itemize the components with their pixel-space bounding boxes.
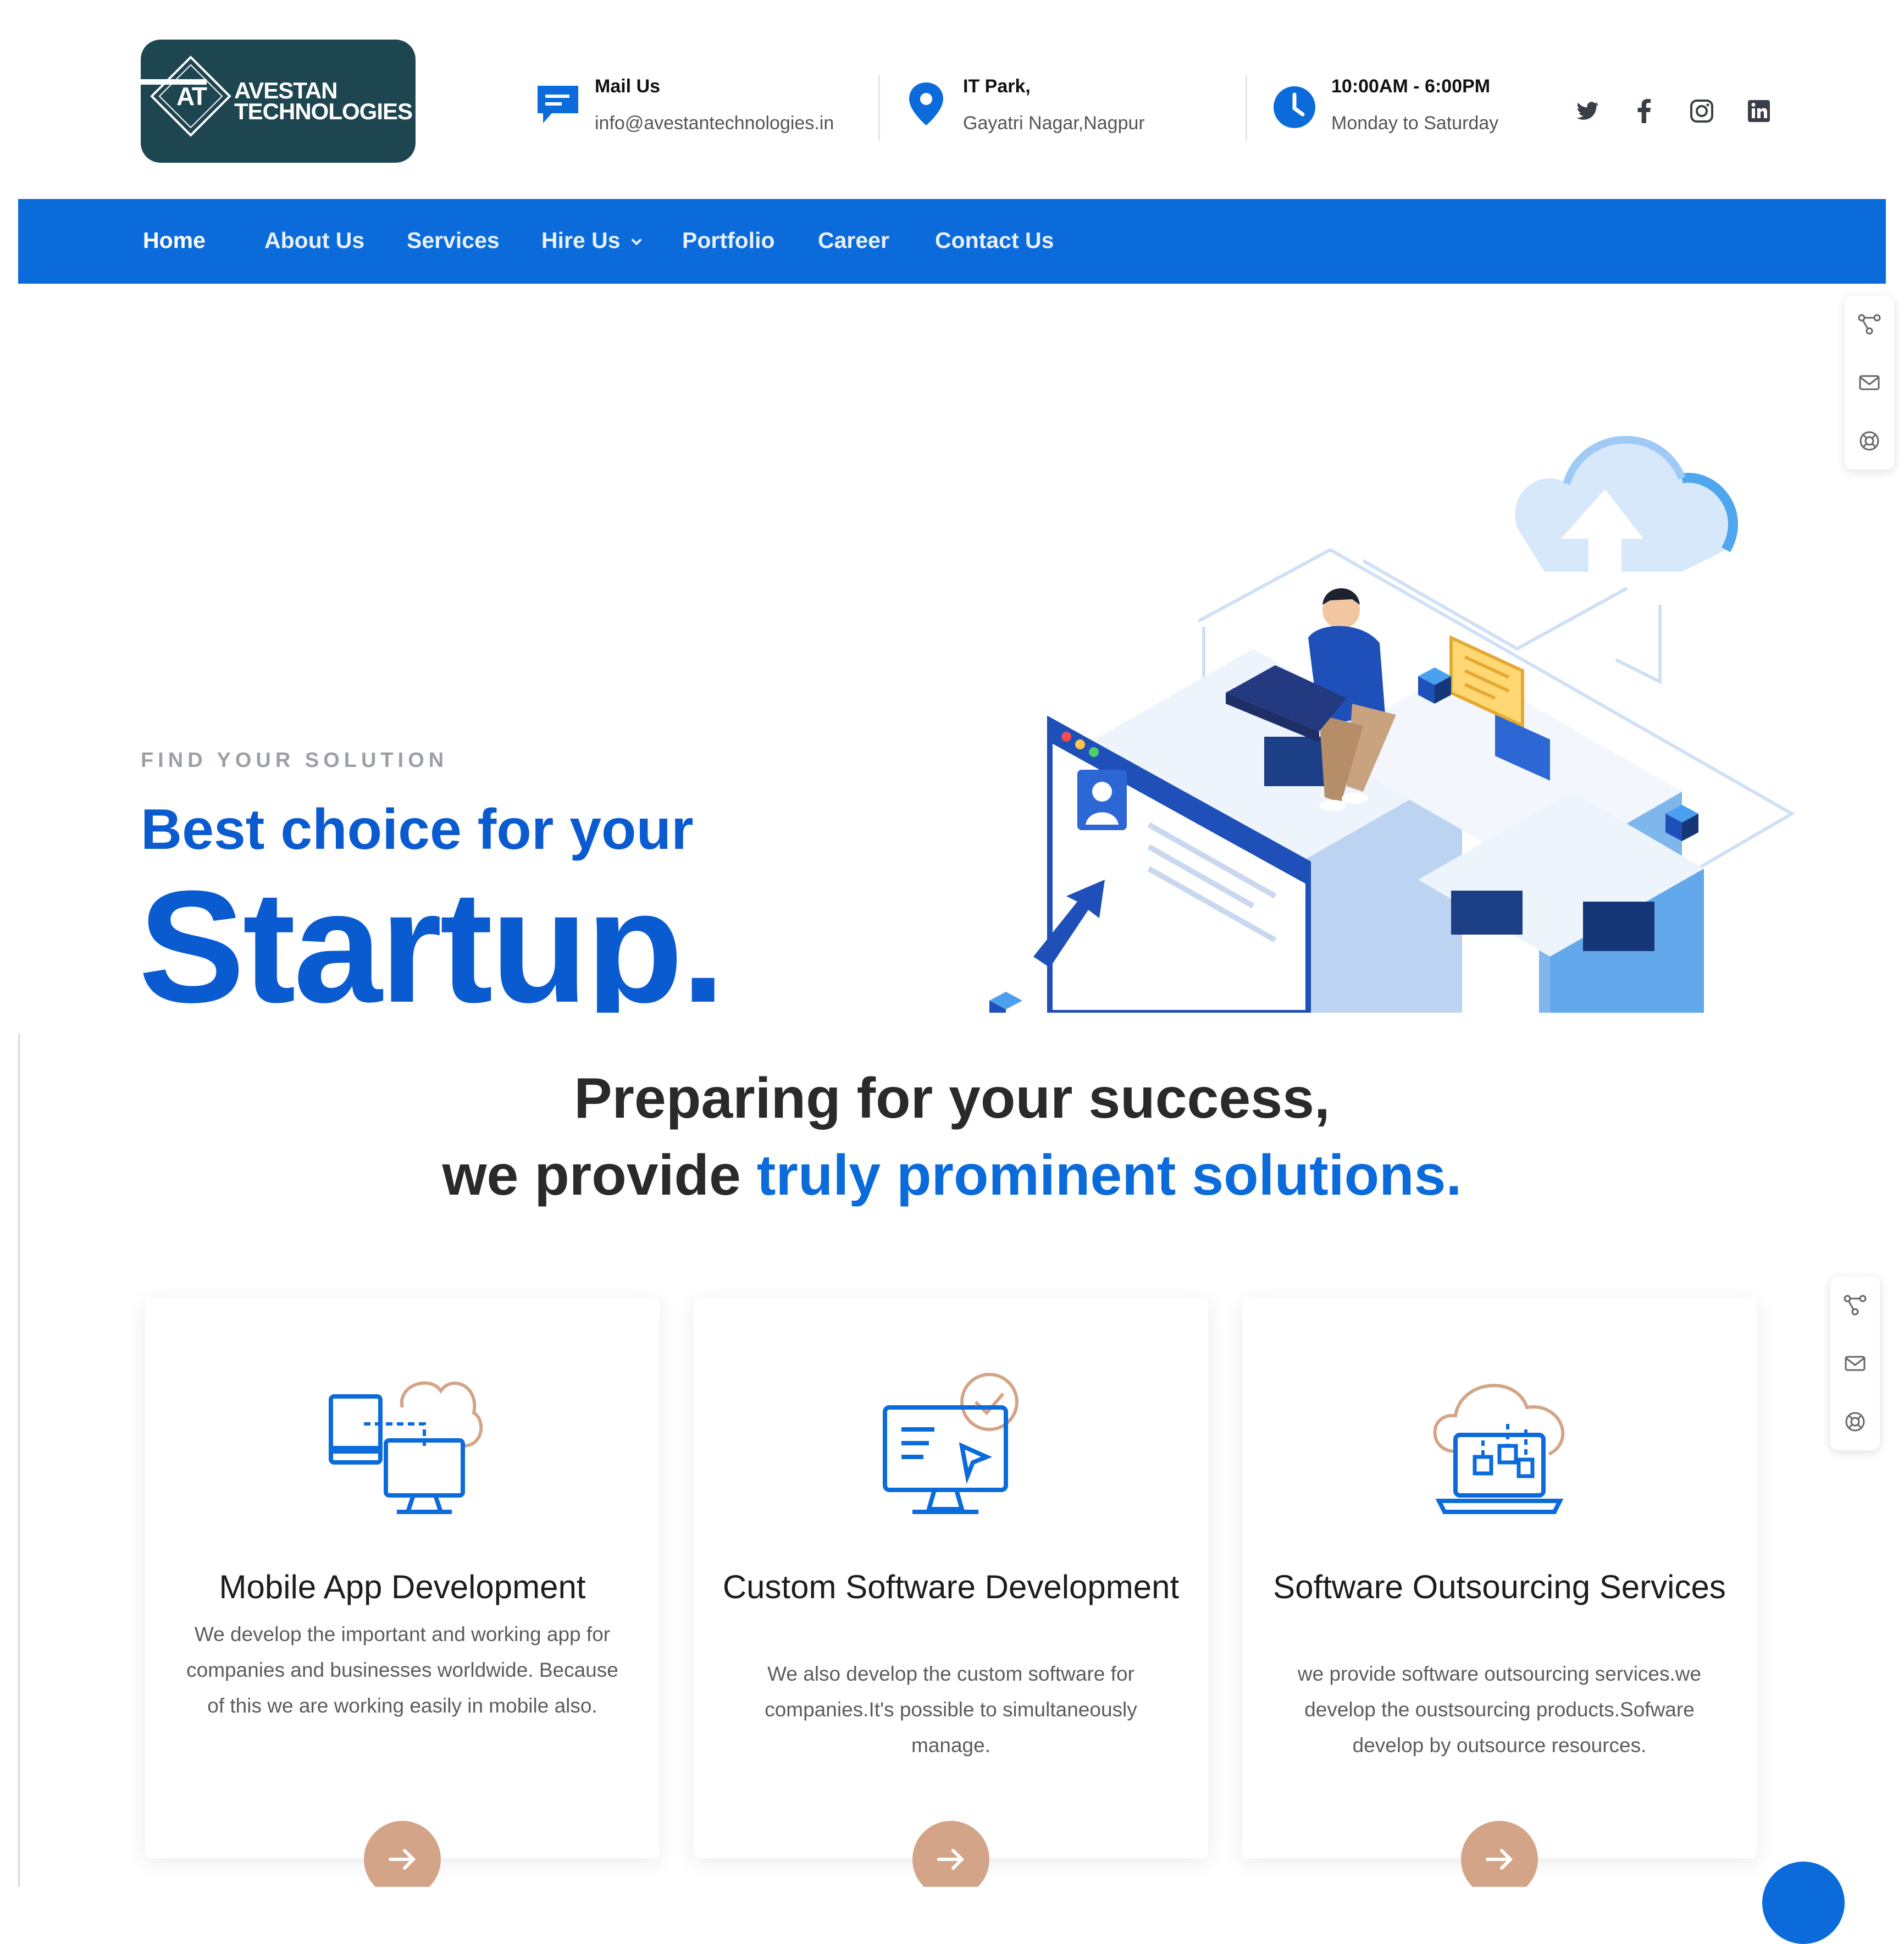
share-icon[interactable] (1857, 312, 1881, 336)
nav-services[interactable]: Services (407, 228, 500, 253)
service-card[interactable]: Custom Software Development We also deve… (694, 1297, 1208, 1898)
nav-hire-us[interactable]: Hire Us (541, 228, 644, 253)
service-description: We develop the important and working app… (186, 1623, 618, 1717)
hero-headline: Startup. (139, 863, 726, 1013)
floating-toolbar (1845, 296, 1894, 470)
scroll-to-top-button[interactable] (1762, 1862, 1845, 1944)
location-pin-icon (909, 82, 943, 125)
header-hours: 10:00AM - 6:00PM Monday to Saturday (1270, 76, 1498, 134)
header-divider (878, 75, 880, 141)
nav-career[interactable]: Career (818, 228, 889, 253)
instagram-icon[interactable] (1689, 98, 1715, 124)
social-links (1574, 98, 1772, 124)
service-card[interactable]: Mobile App Development We develop the im… (145, 1297, 660, 1898)
mail-title: Mail Us (595, 76, 661, 97)
laptop-cloud-icon (1433, 1384, 1565, 1514)
hours-title: 10:00AM - 6:00PM (1331, 76, 1491, 97)
mail-icon[interactable] (1843, 1351, 1867, 1376)
share-icon[interactable] (1843, 1293, 1867, 1317)
linkedin-icon[interactable] (1746, 98, 1772, 124)
location-title: IT Park, (963, 76, 1031, 97)
section-heading-line-2: we provide truly prominent solutions. (0, 1137, 1904, 1214)
main-nav: Home About Us Services Hire Us Portfolio… (18, 199, 1886, 284)
service-more-button[interactable] (1461, 1821, 1538, 1898)
support-icon[interactable] (1843, 1410, 1867, 1434)
nav-home[interactable]: Home (143, 228, 206, 253)
section-heading-line-1: Preparing for your success, (574, 1067, 1330, 1130)
clock-icon (1274, 86, 1315, 128)
header-location[interactable]: IT Park, Gayatri Nagar,Nagpur (901, 76, 1145, 134)
arrow-right-icon (1486, 1849, 1513, 1870)
section-heading: Preparing for your success, we provide t… (0, 1060, 1904, 1214)
chat-icon (538, 86, 578, 123)
service-title: Software Outsourcing Services (1273, 1569, 1726, 1605)
hero-title: Best choice for your (141, 798, 694, 861)
service-more-button[interactable] (912, 1821, 989, 1898)
support-icon[interactable] (1857, 429, 1881, 453)
hours-value: Monday to Saturday (1331, 113, 1499, 134)
nav-about-us[interactable]: About Us (264, 228, 364, 253)
page-bottom-edge (0, 1887, 1904, 1909)
logo-wordmark: AVESTAN TECHNOLOGIES (234, 79, 413, 124)
hero-headline-clip: Startup. (0, 863, 824, 1013)
brand-logo[interactable]: AT AVESTAN TECHNOLOGIES (141, 40, 416, 163)
section-heading-highlight: truly prominent solutions. (756, 1144, 1462, 1207)
floating-toolbar (1830, 1277, 1880, 1450)
arrow-right-icon (937, 1849, 965, 1870)
nav-portfolio[interactable]: Portfolio (682, 228, 775, 253)
facebook-icon[interactable] (1631, 98, 1658, 124)
service-more-button[interactable] (364, 1821, 441, 1898)
logo-monogram: AT (176, 82, 207, 111)
logo-line-2: TECHNOLOGIES (234, 98, 413, 124)
section-heading-prefix: we provide (442, 1144, 757, 1207)
mail-value[interactable]: info@avestantechnologies.in (595, 113, 834, 134)
service-card[interactable]: Software Outsourcing Services we provide… (1242, 1297, 1757, 1898)
header-mail[interactable]: Mail Us info@avestantechnologies.in (533, 76, 834, 134)
location-value: Gayatri Nagar,Nagpur (963, 113, 1145, 134)
hero-illustration (967, 407, 1803, 1013)
arrow-right-icon (389, 1849, 416, 1870)
isometric-servers-illustration (989, 435, 1795, 1013)
service-title: Custom Software Development (722, 1569, 1180, 1605)
nav-contact-us[interactable]: Contact Us (935, 228, 1054, 253)
header-divider (1246, 75, 1247, 141)
nav-active-indicator (141, 79, 207, 85)
twitter-icon[interactable] (1574, 98, 1601, 124)
devices-cloud-icon (329, 1381, 483, 1514)
nav-hire-us-label: Hire Us (541, 228, 621, 253)
chevron-down-icon (631, 239, 642, 246)
service-description: we provide software outsourcing services… (1297, 1663, 1702, 1757)
monitor-chat-icon (883, 1373, 1019, 1514)
service-description: We also develop the custom software for … (765, 1663, 1137, 1757)
mail-icon[interactable] (1857, 371, 1881, 395)
service-title: Mobile App Development (219, 1569, 586, 1605)
hero-kicker: FIND YOUR SOLUTION (141, 749, 449, 772)
cloud-icon (1515, 435, 1738, 577)
